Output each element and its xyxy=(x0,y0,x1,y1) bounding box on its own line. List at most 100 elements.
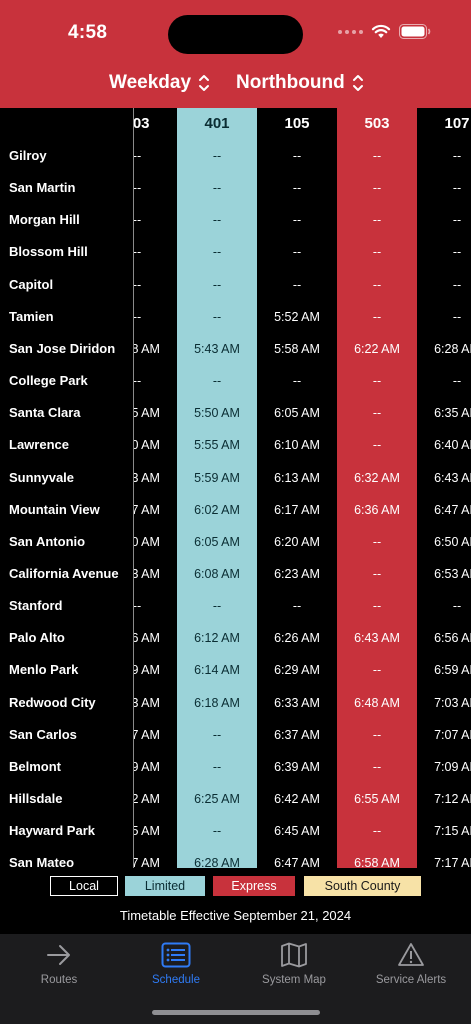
day-picker-label: Weekday xyxy=(109,72,192,93)
time-cell: 6:17 AM xyxy=(274,502,320,517)
station-name: San Jose Diridon xyxy=(9,340,116,356)
arrow-right-icon xyxy=(47,945,70,965)
time-cell: 6:28 AM xyxy=(194,856,240,868)
station-name: Menlo Park xyxy=(9,662,79,678)
time-cell: 6:53 AM xyxy=(434,566,471,581)
train-number[interactable]: 105 xyxy=(257,115,337,132)
time-cell: 6:29 AM xyxy=(274,663,320,678)
time-cell: 6:22 AM xyxy=(354,341,400,356)
legend-item: Express xyxy=(213,876,295,896)
time-cell: -- xyxy=(452,213,462,228)
station-name: Sunnyvale xyxy=(9,469,75,485)
legend-item: Local xyxy=(50,876,118,896)
time-cell: 6:50 AM xyxy=(434,534,471,549)
time-cell: -- xyxy=(372,663,382,678)
train-number[interactable]: 107 xyxy=(417,115,471,132)
header-bar: 4:58 Weekday Northbound xyxy=(0,0,471,108)
station-name: Palo Alto xyxy=(9,630,65,646)
station-name: Hillsdale xyxy=(9,791,63,806)
status-time: 4:58 xyxy=(68,22,108,43)
time-cell: -- xyxy=(212,149,222,163)
time-cell: -- xyxy=(372,759,382,774)
time-cell: -- xyxy=(212,824,222,839)
time-cell: 6:58 AM xyxy=(354,856,400,868)
time-cell: -- xyxy=(212,277,222,292)
time-cell: 6:05 AM xyxy=(274,406,320,421)
time-cell: 6:45 AM xyxy=(274,824,320,839)
time-cell: 7:15 AM xyxy=(434,824,471,839)
time-cell: 6:55 AM xyxy=(354,792,400,806)
chevron-up-down-icon xyxy=(199,75,210,91)
time-cell: -- xyxy=(372,824,382,839)
station-name: Lawrence xyxy=(9,437,69,453)
time-cell: 6:48 AM xyxy=(354,695,400,710)
time-cell: 6:02 AM xyxy=(194,502,240,517)
time-cell: -- xyxy=(212,213,222,228)
tab-routes[interactable]: Routes xyxy=(0,942,118,986)
time-cell: -- xyxy=(212,181,222,196)
time-cell: -- xyxy=(292,374,302,389)
time-cell: -- xyxy=(452,149,462,163)
time-cell: -- xyxy=(212,759,222,774)
cellular-signal-icon xyxy=(338,29,363,34)
time-cell: -- xyxy=(372,438,382,453)
direction-picker[interactable]: Northbound xyxy=(236,72,365,94)
time-cell: 7:17 AM xyxy=(434,856,471,868)
tab-system-map[interactable]: System Map xyxy=(235,942,353,986)
time-cell: -- xyxy=(372,213,382,228)
time-cell: -- xyxy=(212,245,222,260)
station-name: San Mateo xyxy=(9,855,75,868)
time-cell: -- xyxy=(212,374,222,389)
time-cell: -- xyxy=(372,374,382,389)
time-cell: -- xyxy=(292,245,302,260)
time-cell: 6:36 AM xyxy=(354,502,400,517)
time-cell: 6:23 AM xyxy=(274,566,320,581)
day-picker[interactable]: Weekday xyxy=(109,72,211,94)
time-cell: 6:08 AM xyxy=(194,566,240,581)
time-cell: 6:39 AM xyxy=(274,759,320,774)
wifi-icon xyxy=(371,24,391,38)
train-number[interactable]: 401 xyxy=(177,115,257,132)
time-cell: 6:42 AM xyxy=(274,792,320,806)
timetable[interactable]: Gilroy San Martin Morgan Hill Blossom Hill C… xyxy=(0,108,471,868)
station-name: Tamien xyxy=(9,308,54,324)
time-cell: 6:05 AM xyxy=(194,534,240,549)
schedule-list-icon xyxy=(161,942,191,968)
station-name: College Park xyxy=(9,373,88,389)
time-cell: -- xyxy=(372,245,382,260)
time-cell: -- xyxy=(452,245,462,260)
time-cell: 5:43 AM xyxy=(194,341,240,356)
time-cell: 7:03 AM xyxy=(434,695,471,710)
legend-item: South County xyxy=(304,876,421,896)
tab-label: Schedule xyxy=(152,974,200,986)
time-cell: -- xyxy=(292,277,302,292)
time-cell: 6:56 AM xyxy=(434,631,471,646)
time-cell: -- xyxy=(292,149,302,163)
time-cell: -- xyxy=(292,213,302,228)
time-cell: 6:43 AM xyxy=(354,631,400,646)
time-cell: -- xyxy=(212,727,222,742)
station-column: Gilroy San Martin Morgan Hill Blossom Hill C… xyxy=(0,108,134,868)
station-name: Mountain View xyxy=(9,501,100,517)
time-cell: 6:47 AM xyxy=(274,856,320,868)
station-name: Gilroy xyxy=(9,148,47,163)
station-name: Santa Clara xyxy=(9,405,81,421)
train-number[interactable]: 503 xyxy=(337,115,417,132)
tab-label: Service Alerts xyxy=(375,974,447,986)
station-name: Redwood City xyxy=(9,694,96,710)
time-cell: -- xyxy=(372,309,382,324)
tab-service-alerts[interactable]: Service Alerts xyxy=(352,942,470,986)
legend-item: Limited xyxy=(125,876,205,896)
time-cell: 6:47 AM xyxy=(434,502,471,517)
station-name: Morgan Hill xyxy=(9,212,80,228)
time-cell: -- xyxy=(292,599,302,614)
tab-schedule[interactable]: Schedule xyxy=(117,942,235,986)
time-cell: 6:33 AM xyxy=(274,695,320,710)
time-cell: 5:55 AM xyxy=(194,438,240,453)
time-cell: 6:12 AM xyxy=(194,631,240,646)
time-cell: -- xyxy=(452,277,462,292)
station-name: Hayward Park xyxy=(9,823,95,839)
time-cell: -- xyxy=(372,181,382,196)
time-cell: 6:37 AM xyxy=(274,727,320,742)
time-cell: 6:28 AM xyxy=(434,341,471,356)
